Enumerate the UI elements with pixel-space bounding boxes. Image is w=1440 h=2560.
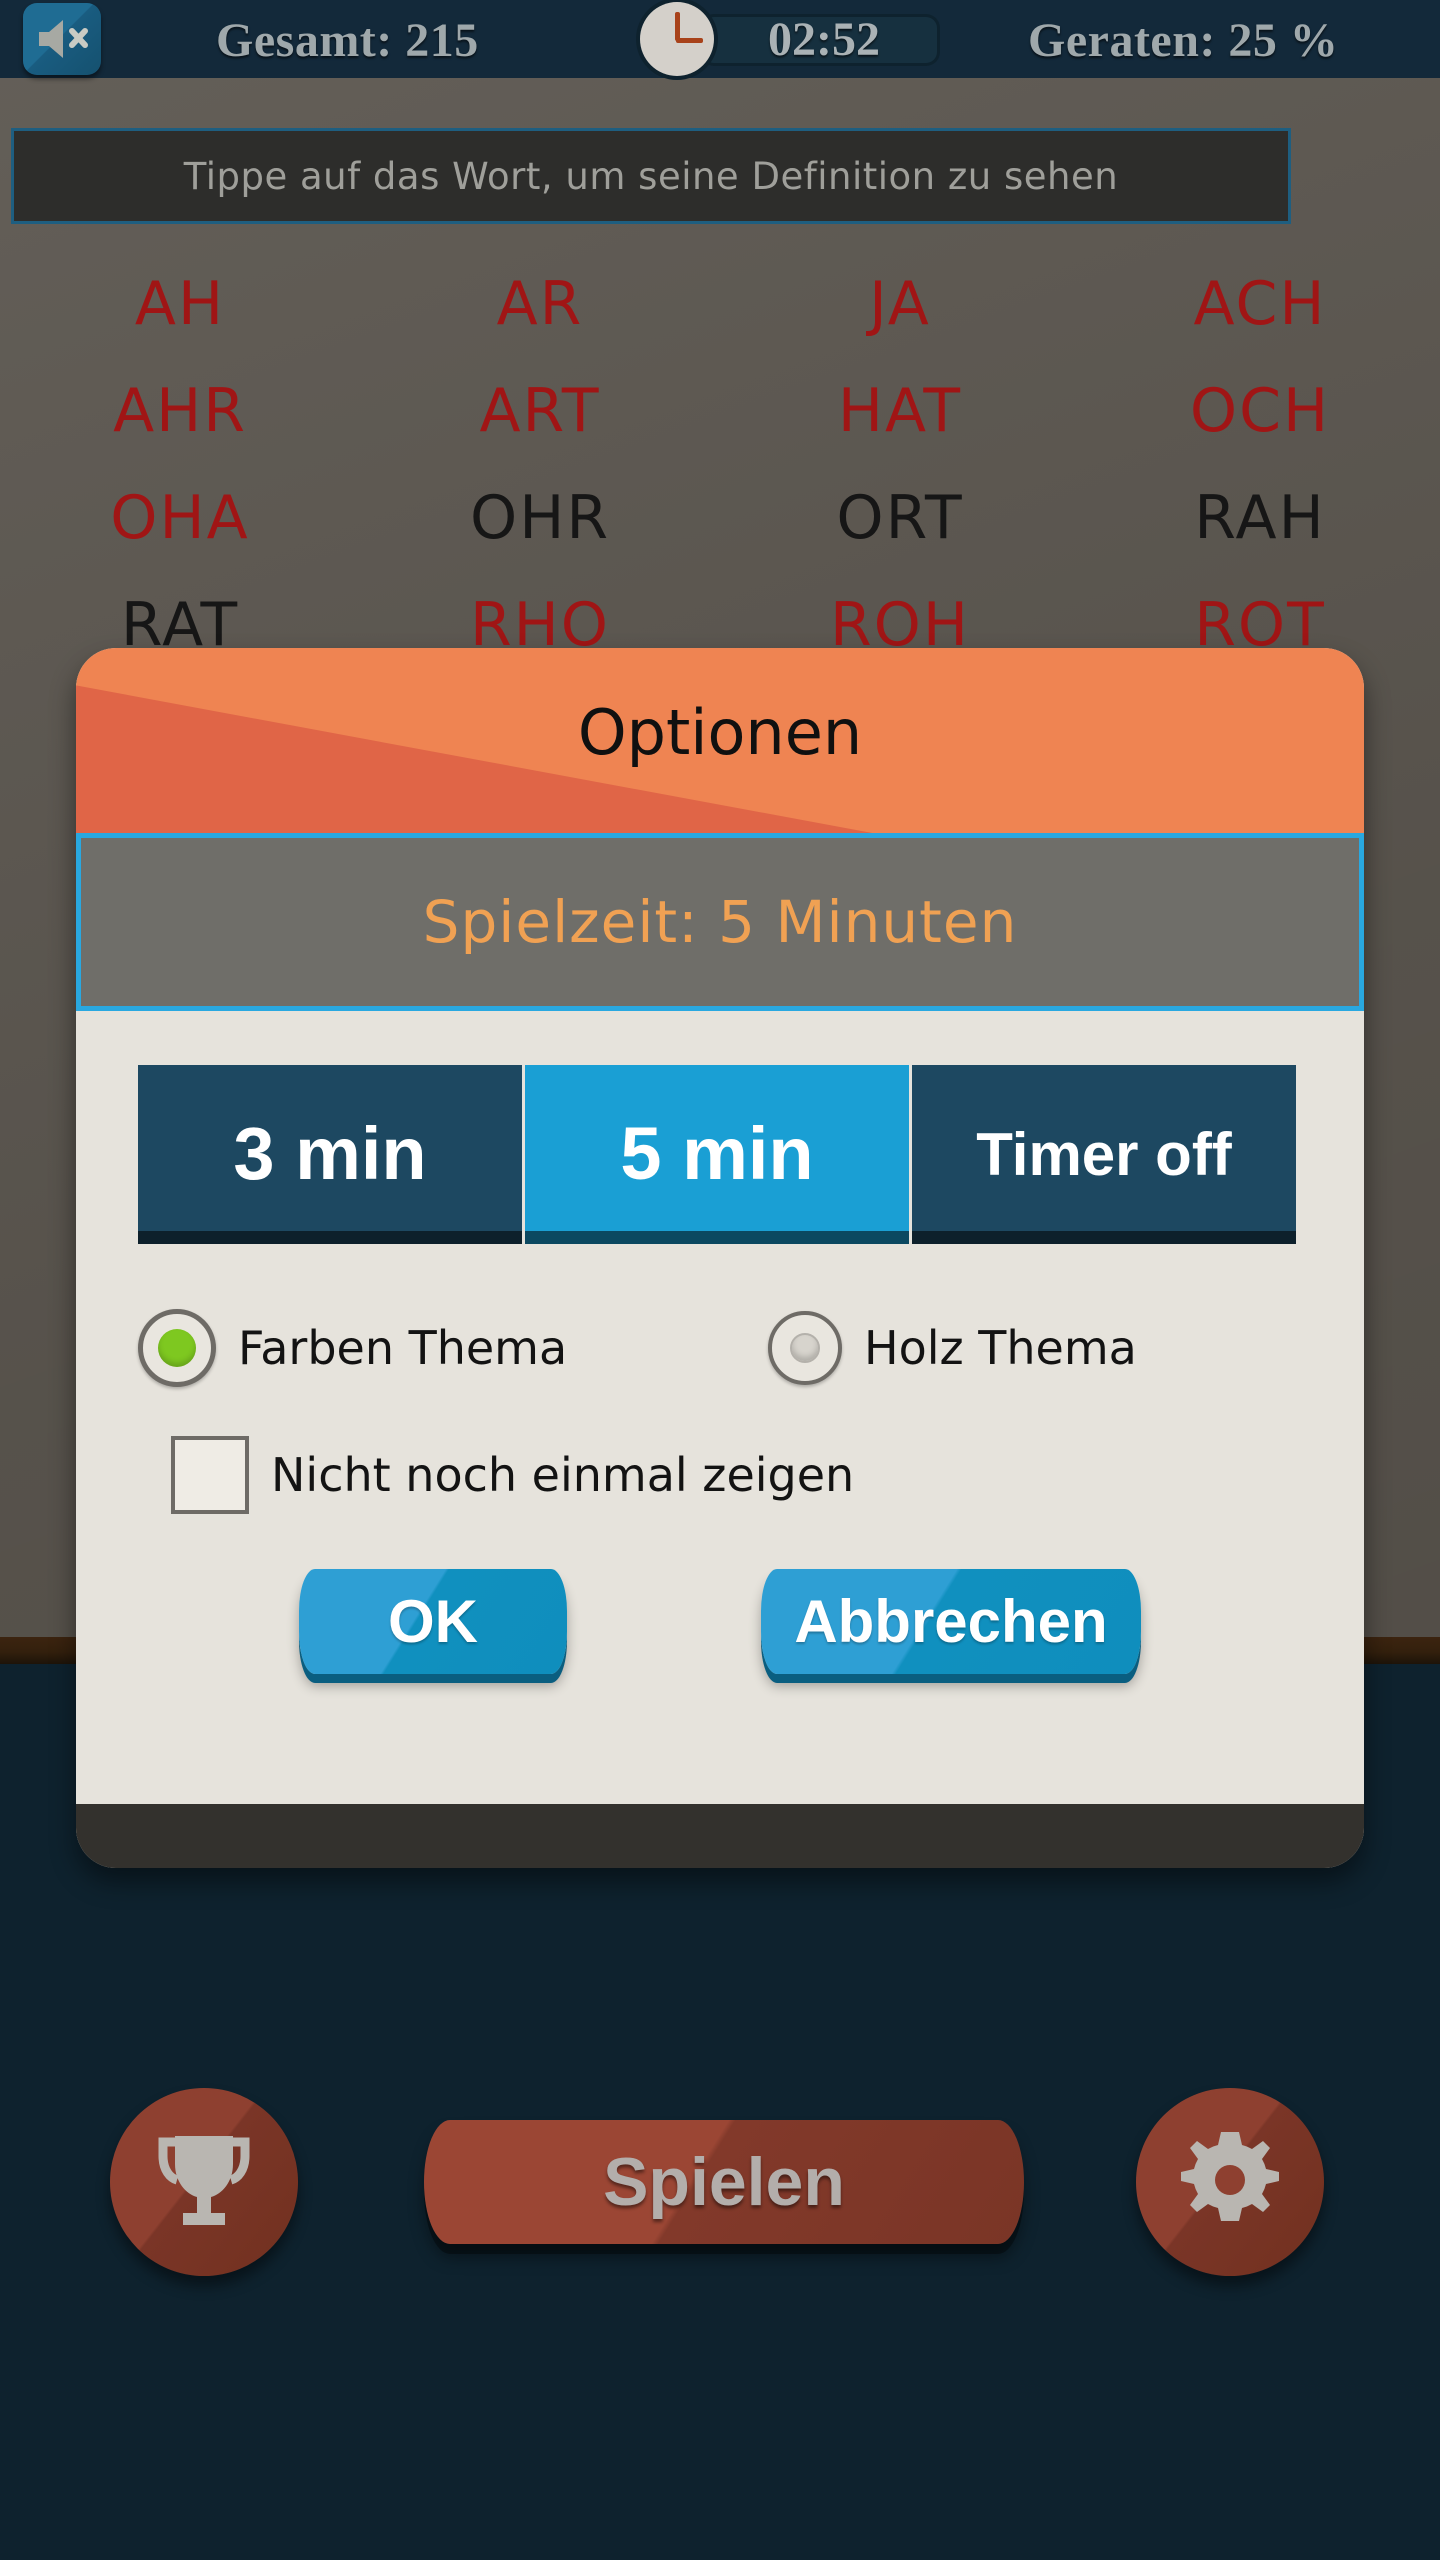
word-cell[interactable]: OHA bbox=[0, 488, 360, 548]
radio-unselected-icon bbox=[768, 1311, 842, 1385]
mute-toggle-button[interactable] bbox=[23, 3, 101, 75]
bottom-navigation-bar: Spielen bbox=[0, 2070, 1440, 2310]
top-status-bar: Gesamt: 215 02:52 Geraten: 25 % bbox=[0, 0, 1440, 78]
trophy-icon bbox=[157, 2128, 251, 2236]
total-words-stat: Gesamt: 215 bbox=[216, 14, 479, 67]
theme-option-color[interactable]: Farben Thema bbox=[138, 1309, 768, 1387]
play-button[interactable]: Spielen bbox=[424, 2120, 1024, 2244]
definition-hint-bar[interactable]: Tippe auf das Wort, um seine Definition … bbox=[11, 128, 1291, 224]
word-cell[interactable]: HAT bbox=[720, 381, 1080, 441]
word-grid-row: OHA OHR ORT RAH bbox=[0, 464, 1440, 571]
word-cell[interactable]: ROT bbox=[1080, 595, 1440, 655]
achievements-button[interactable] bbox=[110, 2088, 298, 2276]
dont-show-again-label: Nicht noch einmal zeigen bbox=[271, 1448, 855, 1502]
dialog-bottom-shadow bbox=[76, 1804, 1364, 1868]
game-screen: Gesamt: 215 02:52 Geraten: 25 % Tippe au… bbox=[0, 0, 1440, 2560]
options-dialog: Optionen Spielzeit: 5 Minuten 3 min 5 mi… bbox=[76, 648, 1364, 1868]
timer-option-off[interactable]: Timer off bbox=[912, 1065, 1296, 1244]
settings-button[interactable] bbox=[1136, 2088, 1324, 2276]
word-cell[interactable]: OCH bbox=[1080, 381, 1440, 441]
word-cell[interactable]: OHR bbox=[360, 488, 720, 548]
word-cell[interactable]: RAT bbox=[0, 595, 360, 655]
word-cell[interactable]: RAH bbox=[1080, 488, 1440, 548]
word-cell[interactable]: AH bbox=[0, 274, 360, 334]
dont-show-again-row[interactable]: Nicht noch einmal zeigen bbox=[171, 1436, 854, 1514]
guessed-percent-stat: Geraten: 25 % bbox=[1028, 14, 1339, 67]
timer-option-3min[interactable]: 3 min bbox=[138, 1065, 525, 1244]
word-grid: AH AR JA ACH AHR ART HAT OCH OHA OHR ORT… bbox=[0, 250, 1440, 678]
word-cell[interactable]: ORT bbox=[720, 488, 1080, 548]
clock-icon bbox=[640, 2, 714, 76]
word-grid-row: AH AR JA ACH bbox=[0, 250, 1440, 357]
theme-option-wood[interactable]: Holz Thema bbox=[768, 1309, 1137, 1387]
dialog-body: 3 min 5 min Timer off Farben Thema Holz … bbox=[76, 1011, 1364, 1868]
gear-icon bbox=[1178, 2128, 1282, 2236]
ok-button[interactable]: OK bbox=[299, 1569, 567, 1674]
timer-option-5min[interactable]: 5 min bbox=[525, 1065, 912, 1244]
word-cell[interactable]: AR bbox=[360, 274, 720, 334]
definition-hint-text: Tippe auf das Wort, um seine Definition … bbox=[183, 154, 1119, 198]
timer-option-group: 3 min 5 min Timer off bbox=[138, 1065, 1296, 1244]
playtime-label: Spielzeit: 5 Minuten bbox=[422, 888, 1018, 956]
playtime-display: Spielzeit: 5 Minuten bbox=[76, 833, 1364, 1011]
word-grid-row: AHR ART HAT OCH bbox=[0, 357, 1440, 464]
theme-option-wood-label: Holz Thema bbox=[864, 1321, 1137, 1375]
word-cell[interactable]: ACH bbox=[1080, 274, 1440, 334]
word-cell[interactable]: JA bbox=[720, 274, 1080, 334]
timer-widget: 02:52 bbox=[640, 2, 940, 76]
word-cell[interactable]: ART bbox=[360, 381, 720, 441]
timer-value: 02:52 bbox=[768, 13, 880, 66]
theme-option-color-label: Farben Thema bbox=[238, 1321, 568, 1375]
dialog-header: Optionen bbox=[76, 648, 1364, 833]
dialog-title: Optionen bbox=[577, 696, 863, 769]
word-cell[interactable]: RHO bbox=[360, 595, 720, 655]
cancel-button[interactable]: Abbrechen bbox=[761, 1569, 1141, 1674]
theme-option-group: Farben Thema Holz Thema bbox=[138, 1309, 1308, 1387]
dialog-actions: OK Abbrechen bbox=[76, 1569, 1364, 1674]
checkbox-unchecked-icon[interactable] bbox=[171, 1436, 249, 1514]
word-cell[interactable]: ROH bbox=[720, 595, 1080, 655]
radio-selected-icon bbox=[138, 1309, 216, 1387]
word-cell[interactable]: AHR bbox=[0, 381, 360, 441]
speaker-muted-icon bbox=[35, 17, 89, 61]
